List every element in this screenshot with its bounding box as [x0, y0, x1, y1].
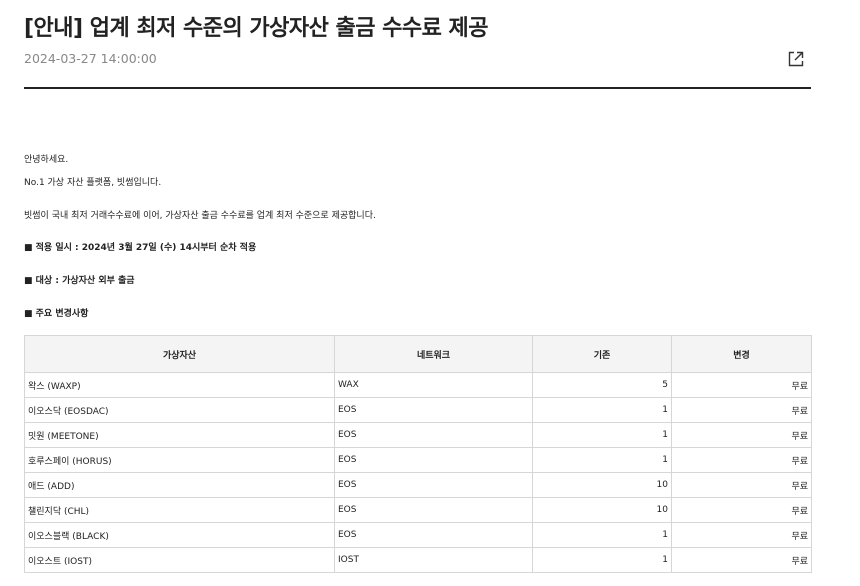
changes-heading: ■ 주요 변경사항: [24, 309, 89, 319]
table-row: 호루스페이 (HORUS) EOS 1 무료: [24, 447, 812, 473]
new-fee-cell: 무료: [671, 472, 812, 498]
new-fee-cell: 무료: [671, 372, 812, 398]
description-text: 빗썸이 국내 최저 거래수수료에 이어, 가상자산 출금 수수료를 업계 최저 …: [24, 211, 376, 221]
asset-cell: 왁스 (WAXP): [24, 372, 335, 398]
new-fee-cell: 무료: [671, 547, 812, 573]
network-cell: EOS: [334, 422, 533, 448]
asset-cell: 밋원 (MEETONE): [24, 422, 335, 448]
previous-fee-cell: 1: [532, 522, 672, 548]
table-row: 이오스닥 (EOSDAC) EOS 1 무료: [24, 397, 812, 423]
asset-cell: 챌린지닥 (CHL): [24, 497, 335, 523]
previous-fee-cell: 1: [532, 547, 672, 573]
table-header-row: 가상자산 네트워크 기존 변경: [24, 335, 812, 373]
table-row: 왁스 (WAXP) WAX 5 무료: [24, 372, 812, 398]
title-divider: [24, 87, 811, 89]
previous-fee-cell: 1: [532, 422, 672, 448]
asset-cell: 애드 (ADD): [24, 472, 335, 498]
network-cell: WAX: [334, 372, 533, 398]
new-fee-cell: 무료: [671, 397, 812, 423]
previous-fee-cell: 10: [532, 497, 672, 523]
asset-cell: 이오스닥 (EOSDAC): [24, 397, 335, 423]
network-cell: EOS: [334, 497, 533, 523]
table-row: 이오스블랙 (BLACK) EOS 1 무료: [24, 522, 812, 548]
new-fee-cell: 무료: [671, 447, 812, 473]
table-row: 애드 (ADD) EOS 10 무료: [24, 472, 812, 498]
network-cell: IOST: [334, 547, 533, 573]
external-link-icon[interactable]: [786, 49, 806, 69]
previous-fee-cell: 1: [532, 447, 672, 473]
target-text: ■ 대상 : 가상자산 외부 출금: [24, 276, 135, 286]
intro-text: No.1 가상 자산 플랫폼, 빗썸입니다.: [24, 178, 162, 188]
table-row: 챌린지닥 (CHL) EOS 10 무료: [24, 497, 812, 523]
new-fee-cell: 무료: [671, 497, 812, 523]
asset-cell: 이오스블랙 (BLACK): [24, 522, 335, 548]
asset-cell: 호루스페이 (HORUS): [24, 447, 335, 473]
fee-table: 가상자산 네트워크 기존 변경 왁스 (WAXP) WAX 5 무료 이오스닥 (EOS…: [24, 335, 812, 573]
greeting-text: 안녕하세요.: [24, 155, 69, 165]
network-cell: EOS: [334, 522, 533, 548]
column-header-network: 네트워크: [334, 335, 533, 373]
column-header-asset: 가상자산: [24, 335, 335, 373]
schedule-text: ■ 적용 일시 : 2024년 3월 27일 (수) 14시부터 순차 적용: [24, 243, 257, 253]
previous-fee-cell: 10: [532, 472, 672, 498]
previous-fee-cell: 1: [532, 397, 672, 423]
previous-fee-cell: 5: [532, 372, 672, 398]
table-row: 이오스트 (IOST) IOST 1 무료: [24, 547, 812, 573]
network-cell: EOS: [334, 397, 533, 423]
new-fee-cell: 무료: [671, 522, 812, 548]
page-title: [안내] 업계 최저 수준의 가상자산 출금 수수료 제공: [24, 16, 489, 41]
asset-cell: 이오스트 (IOST): [24, 547, 335, 573]
column-header-new: 변경: [671, 335, 812, 373]
table-row: 밋원 (MEETONE) EOS 1 무료: [24, 422, 812, 448]
post-date: 2024-03-27 14:00:00: [24, 51, 157, 66]
network-cell: EOS: [334, 472, 533, 498]
network-cell: EOS: [334, 447, 533, 473]
new-fee-cell: 무료: [671, 422, 812, 448]
column-header-previous: 기존: [532, 335, 672, 373]
